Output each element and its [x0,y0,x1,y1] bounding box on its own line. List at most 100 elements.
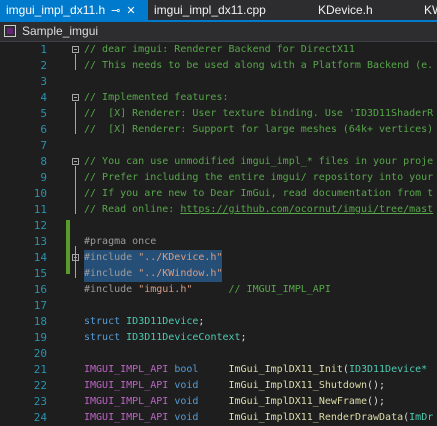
line-number: 15 [33,267,47,280]
tab-imgui-impl-dx11-h[interactable]: imgui_impl_dx11.h ⊸ ✕ [0,0,148,20]
project-dropdown[interactable]: Sample_imgui [22,22,98,41]
line-number: 4 [40,91,47,104]
collapse-icon[interactable] [72,254,79,261]
tab-label: imgui_impl_dx11.h [6,3,106,17]
line-number: 10 [33,187,47,200]
code-line: 7 [0,138,437,154]
keyword: void [168,380,229,391]
macro-name: IMGUI_IMPL_API [84,380,169,391]
include-directive: #include [84,268,139,279]
line-number: 8 [40,155,47,168]
close-icon[interactable]: ✕ [126,5,135,17]
punctuation: ; [240,332,247,343]
function-name: ImGui_ImplDX11_Shutdown [228,380,367,391]
line-number: 14 [33,251,47,264]
keyword: void [168,412,229,423]
tab-kdevice-h[interactable]: KDevice.h [312,0,402,20]
pin-icon[interactable]: ⊸ [111,5,120,17]
code-text: // [X] Renderer: Support for large meshe… [84,124,434,135]
comment-text: // IMGUI_IMPL_API [192,284,331,295]
line-number: 20 [33,347,47,360]
code-text: struct ID3D11Device; [84,314,204,330]
code-line: 1 // dear imgui: Renderer Backend for Di… [0,42,437,58]
code-text: // This needs to be used along with a Pl… [84,60,434,71]
selected-code-text[interactable]: #include "../KDevice.h" [84,250,223,266]
macro-name: IMGUI_IMPL_API [84,364,169,375]
project-icon [4,25,16,37]
type-name: ImDr [409,412,434,423]
type-name: ID3D11Device* [348,364,428,375]
collapse-icon[interactable] [72,46,79,53]
line-number: 23 [33,395,47,408]
code-line: 10 // If you are new to Dear ImGui, read… [0,186,437,202]
tab-label: KW [424,3,437,17]
code-line: 22 IMGUI_IMPL_API void ImGui_ImplDX11_Sh… [0,378,437,394]
code-text: #pragma once [84,236,157,247]
code-line: 5 // [X] Renderer: User texture binding.… [0,106,437,122]
include-path: "../KDevice.h" [138,252,223,263]
code-line: 21 IMGUI_IMPL_API bool ImGui_ImplDX11_In… [0,362,437,378]
macro-name: IMGUI_IMPL_API [84,412,169,423]
punctuation: (); [367,396,386,407]
code-line: 9 // Prefer including the entire imgui/ … [0,170,437,186]
function-name: ImGui_ImplDX11_Init [228,364,343,375]
line-number: 17 [33,299,47,312]
code-line: 20 [0,346,437,362]
punctuation: (); [367,380,386,391]
line-number: 3 [40,75,47,88]
collapse-icon[interactable] [72,158,79,165]
code-line: 18 struct ID3D11Device; [0,314,437,330]
line-number: 6 [40,123,47,136]
code-text: // [X] Renderer: User texture binding. U… [84,108,434,119]
code-line: 6 // [X] Renderer: Support for large mes… [0,122,437,138]
code-line: 17 [0,298,437,314]
line-number: 19 [33,331,47,344]
function-name: ImGui_ImplDX11_RenderDrawData [228,412,404,423]
code-line: 14 #include "../KDevice.h" [0,250,437,266]
line-number: 11 [33,203,47,216]
line-number: 22 [33,379,47,392]
type-name: ID3D11DeviceContext [126,332,241,343]
code-text: IMGUI_IMPL_API void ImGui_ImplDX11_NewFr… [84,394,385,410]
code-text: // You can use unmodified imgui_impl_* f… [84,156,434,167]
document-tab-bar: imgui_impl_dx11.h ⊸ ✕ imgui_impl_dx11.cpp … [0,0,437,22]
punctuation: ; [198,316,205,327]
comment-text: // Read online: [84,204,181,215]
github-link[interactable]: https://github.com/ocornut/imgui/tree/ma… [180,204,433,215]
code-line: 3 [0,74,437,90]
line-number: 1 [40,43,47,56]
line-number: 7 [40,139,47,152]
line-number: 18 [33,315,47,328]
line-number: 5 [40,107,47,120]
function-name: ImGui_ImplDX11_NewFrame [228,396,367,407]
code-line: 19 struct ID3D11DeviceContext; [0,330,437,346]
collapse-icon[interactable] [72,94,79,101]
tab-kwindow[interactable]: KW [418,0,437,20]
code-text: // Prefer including the entire imgui/ re… [84,172,434,183]
line-number: 9 [40,171,47,184]
code-text: IMGUI_IMPL_API void ImGui_ImplDX11_Shutd… [84,378,385,394]
code-line: 8 // You can use unmodified imgui_impl_*… [0,154,437,170]
include-directive: #include [84,252,139,263]
tab-label: imgui_impl_dx11.cpp [154,3,266,17]
code-line: 15 #include "../KWindow.h" [0,266,437,282]
include-path: "imgui.h" [138,284,193,295]
code-text: IMGUI_IMPL_API void ImGui_ImplDX11_Rende… [84,410,433,426]
selected-code-text[interactable]: #include "../KWindow.h" [84,266,223,282]
macro-name: IMGUI_IMPL_API [84,396,169,407]
code-line: 24 IMGUI_IMPL_API void ImGui_ImplDX11_Re… [0,410,437,426]
type-name: ID3D11Device [126,316,199,327]
include-path: "../KWindow.h" [138,268,223,279]
navigation-bar: Sample_imgui [0,22,437,42]
line-number: 16 [33,283,47,296]
code-line: 16 #include "imgui.h" // IMGUI_IMPL_API [0,282,437,298]
code-editor[interactable]: 1 // dear imgui: Renderer Backend for Di… [0,42,437,424]
keyword: struct [84,316,127,327]
code-text: IMGUI_IMPL_API bool ImGui_ImplDX11_Init(… [84,362,427,378]
line-number: 21 [33,363,47,376]
code-line: 11 // Read online: https://github.com/oc… [0,202,437,218]
code-text: // Implemented features: [84,92,229,103]
tab-imgui-impl-dx11-cpp[interactable]: imgui_impl_dx11.cpp [148,0,308,20]
tab-label: KDevice.h [318,3,373,17]
code-line: 12 [0,218,437,234]
